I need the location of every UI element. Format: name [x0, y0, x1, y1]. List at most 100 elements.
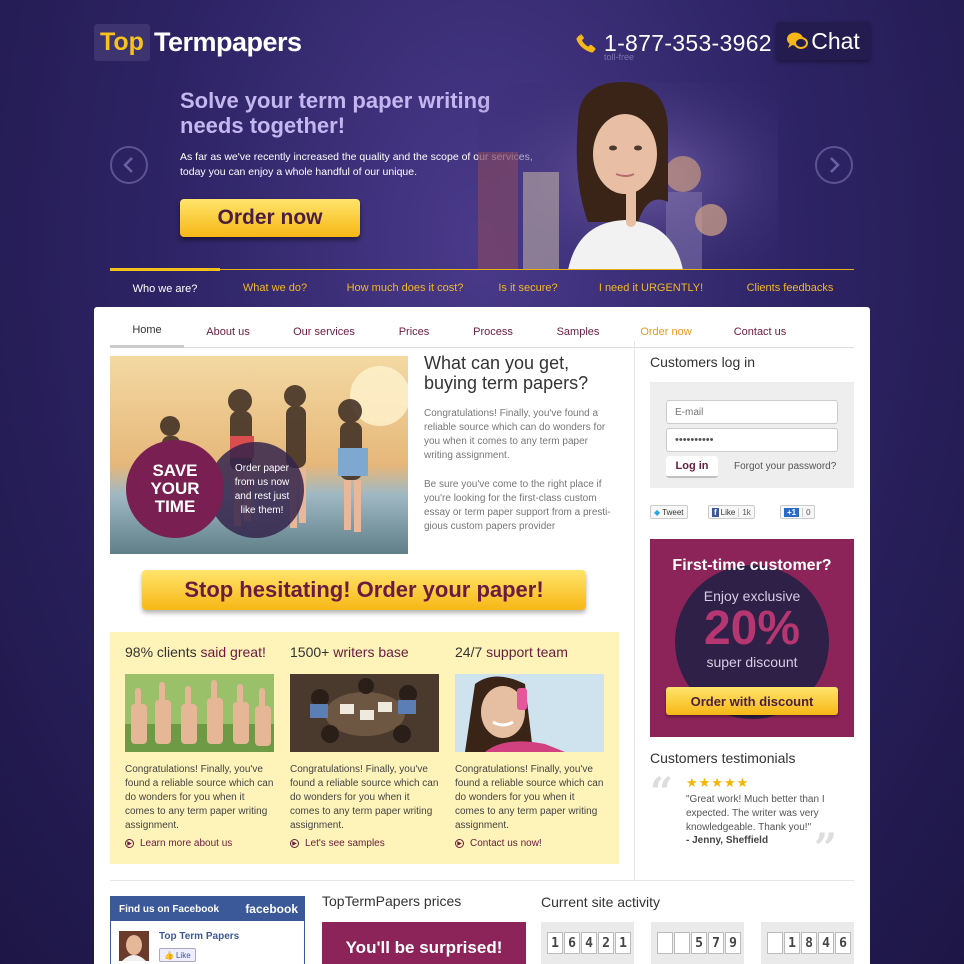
feature-title-b: said great! [200, 644, 266, 660]
email-field[interactable] [666, 400, 838, 424]
chevron-right-icon [830, 157, 840, 173]
promo-super: super discount [706, 654, 798, 670]
counter-digit: 8 [801, 932, 817, 954]
activity-counter-1: 1 6 4 2 1 [541, 922, 634, 964]
order-circle-text: Order paper from us now and rest just li… [234, 463, 290, 516]
arrow-circle-icon: ▶ [290, 839, 299, 848]
counter-digit [674, 932, 690, 954]
stop-hesitating-button[interactable]: Stop hesitating! Order your paper! [142, 570, 586, 610]
counter-digit: 6 [835, 932, 851, 954]
counter-digit [657, 932, 673, 954]
top-navigation: Who we are? What we do? How much does it… [110, 268, 854, 306]
chat-label: Chat [811, 27, 860, 54]
counter-digit: 6 [564, 932, 580, 954]
subnav-our-services[interactable]: Our services [272, 315, 376, 348]
counter-digit: 4 [818, 932, 834, 954]
intro-paragraph-2: Be sure you've come to the right place i… [424, 479, 611, 532]
plus-count: 0 [802, 507, 811, 517]
save-time-badge: SAVE YOUR TIME [126, 440, 224, 538]
subnav-about-us[interactable]: About us [184, 315, 272, 348]
support-photo [455, 674, 604, 752]
save-line-3: TIME [154, 497, 196, 516]
prices-banner[interactable]: You'll be surprised! [322, 922, 526, 964]
subnav-process[interactable]: Process [452, 315, 534, 348]
counter-digit: 9 [725, 932, 741, 954]
facebook-widget-header: Find us on Facebook facebook [111, 897, 304, 921]
hero-title: Solve your term paper writing needs toge… [180, 88, 491, 138]
counter-digit: 1 [615, 932, 631, 954]
contact-link[interactable]: ▶ Contact us now! [455, 838, 542, 849]
feature-title-b: writers base [333, 644, 409, 660]
facebook-icon: f [712, 507, 719, 517]
twitter-icon: ◆ [654, 507, 661, 517]
password-field[interactable] [666, 428, 838, 452]
site-logo[interactable]: Top Termpapers [94, 23, 302, 61]
save-line-2: YOUR [150, 479, 200, 498]
topnav-how-much[interactable]: How much does it cost? [330, 270, 480, 306]
thumbs-up-photo [125, 674, 274, 752]
thumbs-up-icon: 👍 [164, 950, 174, 960]
fb-like-label: Like [175, 950, 191, 960]
tweet-label: Tweet [662, 507, 684, 517]
section-divider [110, 880, 854, 881]
topnav-urgent[interactable]: I need it URGENTLY! [576, 270, 726, 306]
chevron-left-icon [123, 157, 133, 173]
feature-title-b: support team [486, 644, 568, 660]
arrow-circle-icon: ▶ [125, 839, 134, 848]
facebook-page-name[interactable]: Top Term Papers [159, 931, 239, 942]
plus-label: +1 [784, 507, 800, 517]
avatar [119, 931, 149, 961]
facebook-like-button[interactable]: f Like 1k [708, 505, 755, 519]
topnav-clients-feedbacks[interactable]: Clients feedbacks [726, 270, 854, 306]
forgot-password-link[interactable]: Forgot your password? [734, 461, 836, 472]
topnav-what-we-do[interactable]: What we do? [220, 270, 330, 306]
tweet-button[interactable]: ◆ Tweet [650, 505, 688, 519]
subnav-order-now[interactable]: Order now [622, 315, 710, 348]
subnav-prices[interactable]: Prices [376, 315, 452, 348]
order-now-button[interactable]: Order now [180, 199, 360, 237]
intro-title: What can you get, buying term papers? [424, 353, 589, 393]
facebook-widget-title: Find us on Facebook [119, 903, 220, 915]
hero-prev-button[interactable] [110, 146, 148, 184]
chat-bubble-icon [787, 32, 809, 49]
logo-rest-text: Termpapers [153, 26, 302, 57]
link-label: Learn more about us [140, 838, 233, 849]
topnav-who-we-are[interactable]: Who we are? [110, 268, 220, 306]
counter-digit: 2 [598, 932, 614, 954]
feature-text: Congratulations! Finally, you've found a… [125, 764, 274, 831]
feature-text: Congratulations! Finally, you've found a… [455, 764, 604, 831]
login-title: Customers log in [650, 354, 756, 370]
google-plus-button[interactable]: +1 0 [780, 505, 815, 519]
close-quote-icon: ” [814, 825, 838, 872]
subnav-samples[interactable]: Samples [534, 315, 622, 348]
facebook-page-like-button[interactable]: 👍 Like [159, 948, 196, 962]
login-form: Log in Forgot your password? [650, 382, 854, 488]
activity-counter-2: 5 7 9 [651, 922, 744, 964]
counter-digit: 7 [708, 932, 724, 954]
chat-button[interactable]: Chat [776, 22, 870, 60]
like-count: 1k [738, 507, 751, 517]
intro-paragraph-1: Congratulations! Finally, you've found a… [424, 408, 606, 461]
learn-more-link[interactable]: ▶ Learn more about us [125, 838, 232, 849]
testimonial-author: - Jenny, Sheffield [686, 835, 769, 846]
hero-next-button[interactable] [815, 146, 853, 184]
writers-photo [290, 674, 439, 752]
activity-title: Current site activity [541, 894, 661, 910]
subnav-contact-us[interactable]: Contact us [710, 315, 810, 348]
order-with-discount-button[interactable]: Order with discount [666, 687, 838, 715]
like-label: Like [720, 507, 736, 517]
counter-digits: 1 8 4 6 [767, 932, 852, 954]
sidebar-divider [634, 341, 635, 881]
feature-title: 98% clients said great! [125, 644, 266, 660]
counter-digit: 4 [581, 932, 597, 954]
see-samples-link[interactable]: ▶ Let's see samples [290, 838, 385, 849]
facebook-logo: facebook [245, 902, 298, 916]
rating-stars: ★★★★★ [686, 775, 750, 790]
facebook-widget: Find us on Facebook facebook Top Term Pa… [110, 896, 305, 964]
testimonials-title: Customers testimonials [650, 750, 796, 766]
login-button[interactable]: Log in [666, 456, 718, 478]
feature-title: 24/7 support team [455, 644, 568, 660]
subnav-home[interactable]: Home [110, 315, 184, 348]
arrow-circle-icon: ▶ [455, 839, 464, 848]
topnav-is-it-secure[interactable]: Is it secure? [480, 270, 576, 306]
